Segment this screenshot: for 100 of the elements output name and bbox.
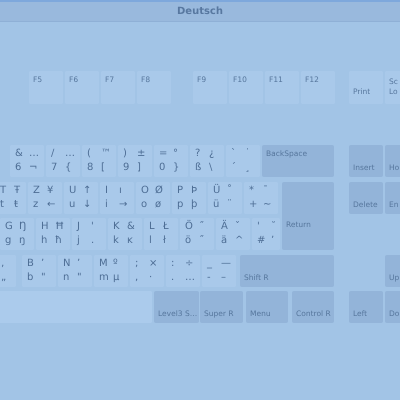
keyboard-key[interactable]: ) ± 9 ] <box>118 145 152 177</box>
key-legend: Þ <box>191 185 198 197</box>
key-legend: ŧ <box>14 199 18 211</box>
key-legend: U <box>69 185 76 197</box>
keyboard-key[interactable]: L Ł l ł <box>144 218 178 250</box>
keyboard-key[interactable]: O Ø o ø <box>136 182 170 214</box>
key-legend: P <box>177 185 184 197</box>
key-legend: … <box>185 272 195 284</box>
key-legend: t <box>0 199 4 211</box>
key-legend: ° <box>173 148 178 160</box>
keyboard-key[interactable]: T Ŧ t ŧ <box>0 182 26 214</box>
key-legend: Ö <box>185 221 193 233</box>
key-legend: " <box>41 272 46 284</box>
keyboard-key[interactable]: Ü ˚ ü ¨ <box>208 182 242 214</box>
keyboard-key[interactable]: & … 6 ¬ <box>10 145 44 177</box>
keyboard-key[interactable]: U ↑ u ↓ <box>64 182 98 214</box>
keyboard-key[interactable]: ? ¿ ß \ <box>190 145 224 177</box>
keyboard-key[interactable]: M º m µ <box>94 255 128 287</box>
key-legend: ˙ <box>245 148 250 160</box>
key-legend: } <box>173 162 180 174</box>
key-legend: ¨ <box>227 199 232 211</box>
key-legend: ÷ <box>185 258 194 270</box>
key-legend: · <box>149 272 152 284</box>
key-legend: Z <box>33 185 40 197</box>
keyboard-key[interactable]: Ä ˇ ä ^ <box>216 218 250 250</box>
keyboard-key[interactable]: B ʼ b " <box>22 255 56 287</box>
key-legend: ŋ <box>19 235 26 247</box>
key-legend: j <box>77 235 80 247</box>
key-legend: { <box>65 162 72 174</box>
keyboard-key[interactable]: _ — - – <box>202 255 236 287</box>
keyboard-key[interactable]: G Ŋ g ŋ <box>0 218 34 250</box>
key-legend: ¥ <box>47 185 54 197</box>
window-title: Deutsch <box>177 6 223 17</box>
key-legend: ˘ <box>271 221 276 233</box>
key-legend: → <box>119 199 128 211</box>
key-legend: ß <box>195 162 202 174</box>
key-legend: i <box>105 199 108 211</box>
key-legend: ) <box>123 148 127 160</box>
keyboard-key[interactable]: = ° 0 } <box>154 145 188 177</box>
key-legend: n <box>63 272 70 284</box>
key-legend: , <box>135 272 138 284</box>
key-legend: H <box>41 221 49 233</box>
key-legend: ± <box>137 148 146 160</box>
keyboard-key[interactable]: ‚ „ <box>0 255 16 287</box>
key-legend: \ <box>209 162 212 174</box>
key-legend: ™ <box>101 148 111 160</box>
keyboard-key[interactable]: Z ¥ z ← <box>28 182 62 214</box>
key-legend: ↓ <box>83 199 92 211</box>
key-legend: M <box>99 258 108 270</box>
key-legend: 9 <box>123 162 130 174</box>
key-legend: µ <box>113 272 120 284</box>
keyboard-key[interactable]: ; × , · <box>130 255 164 287</box>
keyboard-key[interactable]: ( ™ 8 [ <box>82 145 116 177</box>
key-legend: O <box>141 185 149 197</box>
keyboard-key[interactable]: P Þ p þ <box>172 182 206 214</box>
key-legend: h <box>41 235 48 247</box>
key-legend: Ŋ <box>19 221 26 233</box>
key-legend: _ <box>207 258 212 270</box>
key-legend: ħ <box>55 235 62 247</box>
keyboard-key[interactable]: J ' j . <box>72 218 106 250</box>
key-legend: ~ <box>263 199 272 211</box>
key-legend: º <box>113 258 118 270</box>
keyboard-key[interactable]: / … 7 { <box>46 145 80 177</box>
key-legend: Ħ <box>55 221 64 233</box>
key-legend: p <box>177 199 184 211</box>
key-legend: & <box>127 221 135 233</box>
keyboard-key[interactable]: ` ˙ ´ ¸ <box>226 145 260 177</box>
key-legend: : <box>171 258 174 270</box>
key-legend: ? <box>195 148 200 160</box>
key-legend: N <box>63 258 70 270</box>
key-legend: ` <box>231 148 236 160</box>
key-legend: [ <box>101 162 105 174</box>
key-legend: B <box>27 258 34 270</box>
keyboard-key[interactable]: N ʼ n " <box>58 255 92 287</box>
key-legend: J <box>77 221 80 233</box>
keyboard-key[interactable]: * ¯ + ~ <box>244 182 278 214</box>
keyboard-key[interactable]: ' ˘ # ’ <box>252 218 280 250</box>
key-legend: ; <box>135 258 138 270</box>
key-legend: ö <box>185 235 192 247</box>
key-legend: L <box>149 221 155 233</box>
key-legend: ʼ <box>41 258 44 270</box>
key-legend: Ł <box>163 221 169 233</box>
key-legend: ’ <box>271 235 274 247</box>
keyboard-key[interactable]: K & k ĸ <box>108 218 142 250</box>
keyboard-key[interactable]: H Ħ h ħ <box>36 218 70 250</box>
key-legend: Ü <box>213 185 220 197</box>
key-legend: ˝ <box>199 235 204 247</box>
key-legend: z <box>33 199 38 211</box>
key-legend: ø <box>155 199 162 211</box>
key-legend: b <box>27 272 34 284</box>
key-legend: # <box>257 235 266 247</box>
key-legend: ¸ <box>245 162 250 174</box>
keyboard-key[interactable]: I ı i → <box>100 182 134 214</box>
keyboard-key[interactable]: Ö ˝ ö ˝ <box>180 218 214 250</box>
key-legend: ^ <box>235 235 244 247</box>
keyboard-key[interactable]: : ÷ . … <box>166 255 200 287</box>
key-legend: ↑ <box>83 185 92 197</box>
key-legend: ] <box>137 162 141 174</box>
key-legend: ĸ <box>127 235 133 247</box>
key-legend: ← <box>47 199 56 211</box>
